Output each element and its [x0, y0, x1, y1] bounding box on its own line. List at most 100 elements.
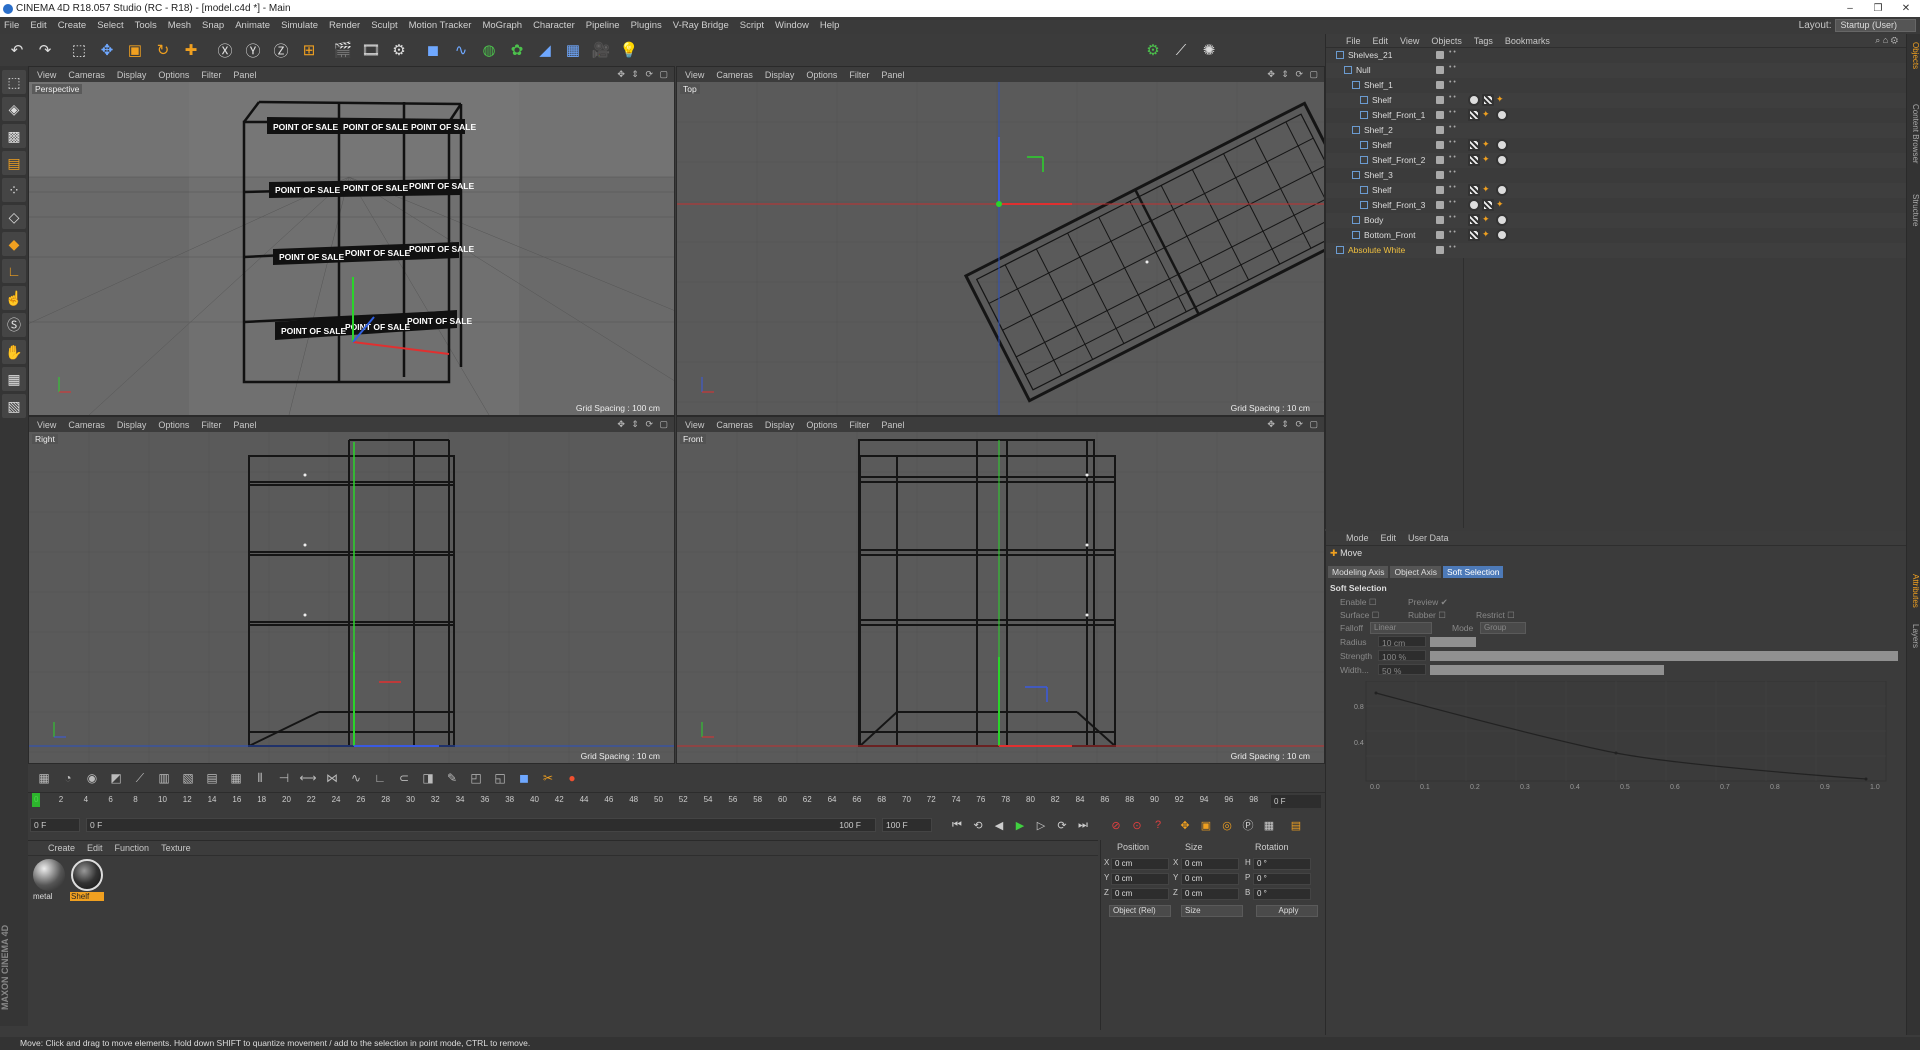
record-icon[interactable]: ⊘	[1107, 816, 1125, 834]
material-sphere-tag-icon[interactable]	[1496, 184, 1508, 196]
viewport-menu-options[interactable]: Options	[806, 420, 837, 430]
attribute-menu-edit[interactable]: Edit	[1381, 533, 1397, 543]
slide-icon[interactable]: ⟷	[298, 768, 318, 788]
object-row[interactable]: Null • •	[1326, 63, 1907, 78]
tab-objects[interactable]: Objects	[1911, 42, 1920, 69]
render-picture-viewer-icon[interactable]: 🎞	[358, 37, 384, 63]
next-key-icon[interactable]: ⟳	[1053, 816, 1071, 834]
viewport-menu-panel[interactable]: Panel	[881, 70, 904, 80]
subdivide-icon[interactable]: ◱	[490, 768, 510, 788]
editor-render-dots-icon[interactable]: • •	[1449, 229, 1456, 236]
create-tool-icon[interactable]: ✚	[178, 37, 204, 63]
cube-object-icon[interactable]: ◼	[420, 37, 446, 63]
radius-field[interactable]: 10 cm	[1378, 636, 1426, 648]
menu-help[interactable]: Help	[820, 20, 840, 31]
object-search-icon[interactable]: ⌕ ⌂ ⚙	[1875, 35, 1898, 46]
tab-content-browser[interactable]: Content Browser	[1911, 104, 1920, 164]
menu-character[interactable]: Character	[533, 20, 575, 31]
editor-render-dots-icon[interactable]: • •	[1449, 124, 1456, 131]
point-icon[interactable]: ●	[562, 768, 582, 788]
viewport-menu-cameras[interactable]: Cameras	[716, 70, 753, 80]
render-settings-icon[interactable]: ⚙	[386, 37, 412, 63]
brush-icon[interactable]: ◔	[58, 768, 78, 788]
menu-edit[interactable]: Edit	[30, 20, 46, 31]
menu-window[interactable]: Window	[775, 20, 809, 31]
prev-key-icon[interactable]: ⟲	[969, 816, 987, 834]
viewport-nav-icons[interactable]: ✥ ⇕ ⟳ ▢	[1267, 419, 1320, 430]
rotation-field[interactable]: 0 °	[1253, 858, 1311, 870]
end-frame-field[interactable]: 100 F	[882, 818, 932, 832]
cube-primitive-icon[interactable]: ◼	[514, 768, 534, 788]
material-sphere-tag-icon[interactable]	[1468, 94, 1480, 106]
texture-tag-icon[interactable]: ✦	[1496, 94, 1508, 106]
layout-dropdown[interactable]: Startup (User)	[1835, 19, 1916, 32]
menu-render[interactable]: Render	[329, 20, 360, 31]
viewport-menu-display[interactable]: Display	[765, 420, 795, 430]
object-row[interactable]: Absolute White • •	[1326, 243, 1907, 258]
viewport-menu-panel[interactable]: Panel	[233, 70, 256, 80]
polygons-mode-icon[interactable]: ◆	[2, 232, 26, 256]
key-scale-icon[interactable]: ▣	[1197, 816, 1215, 834]
tab-structure[interactable]: Structure	[1911, 194, 1920, 226]
viewport-menu-display[interactable]: Display	[117, 70, 147, 80]
menu-simulate[interactable]: Simulate	[281, 20, 318, 31]
menu-tools[interactable]: Tools	[135, 20, 157, 31]
object-menu-tags[interactable]: Tags	[1474, 36, 1493, 46]
material-tag-icon[interactable]	[1468, 154, 1480, 166]
material-tag-icon[interactable]	[1482, 94, 1494, 106]
y-axis-lock-icon[interactable]: Ⓨ	[240, 37, 266, 63]
position-field[interactable]: 0 cm	[1111, 888, 1169, 900]
material-menu-function[interactable]: Function	[115, 843, 150, 853]
scale-tool-icon[interactable]: ▣	[122, 37, 148, 63]
viewport-menu-view[interactable]: View	[37, 420, 56, 430]
editor-render-dots-icon[interactable]: • •	[1449, 244, 1456, 251]
loop-icon[interactable]: ▥	[154, 768, 174, 788]
goto-end-icon[interactable]: ⏭	[1074, 816, 1092, 834]
tweak-mode-icon[interactable]: ☝	[2, 286, 26, 310]
rotation-field[interactable]: 0 °	[1253, 888, 1311, 900]
editor-render-dots-icon[interactable]: • •	[1449, 64, 1456, 71]
menu-plugins[interactable]: Plugins	[631, 20, 662, 31]
material-menu-create[interactable]: Create	[48, 843, 75, 853]
radius-slider[interactable]	[1430, 637, 1476, 647]
live-select-icon[interactable]: ◉	[82, 768, 102, 788]
width-slider[interactable]	[1430, 665, 1664, 675]
viewport-nav-icons[interactable]: ✥ ⇕ ⟳ ▢	[1267, 69, 1320, 80]
editor-render-dots-icon[interactable]: • •	[1449, 79, 1456, 86]
polygon-pen-icon[interactable]: ✎	[442, 768, 462, 788]
viewport-menu-view[interactable]: View	[37, 70, 56, 80]
play-icon[interactable]: ▶	[1011, 816, 1029, 834]
falloff-graph[interactable]: 0.8 0.4 0.0 0.1 0.2 0.3 0.4 0.5 0.6 0.7 0.8 0.9 1.0	[1354, 681, 1894, 791]
prev-frame-icon[interactable]: ◀	[990, 816, 1008, 834]
width-field[interactable]: 50 %	[1378, 664, 1426, 676]
frame-range-slider[interactable]: 0 F 100 F	[86, 818, 876, 832]
attribute-menu-user-data[interactable]: User Data	[1408, 533, 1449, 543]
key-param-icon[interactable]: Ⓟ	[1239, 816, 1257, 834]
material-tag-icon[interactable]	[1468, 229, 1480, 241]
bevel-icon[interactable]: ▧	[178, 768, 198, 788]
restore-button[interactable]: ❐	[1864, 0, 1892, 17]
object-menu-objects[interactable]: Objects	[1431, 36, 1462, 46]
redo-icon[interactable]: ↷	[32, 37, 58, 63]
rect-select-icon[interactable]: ◩	[106, 768, 126, 788]
smooth-icon[interactable]: ∿	[346, 768, 366, 788]
live-selection-icon[interactable]: ⬚	[66, 37, 92, 63]
menu-script[interactable]: Script	[740, 20, 764, 31]
viewport-menu-panel[interactable]: Panel	[233, 420, 256, 430]
menu-snap[interactable]: Snap	[202, 20, 224, 31]
cloner-icon[interactable]: ✿	[504, 37, 530, 63]
viewport-menu-cameras[interactable]: Cameras	[68, 420, 105, 430]
apply-button[interactable]: Apply	[1256, 905, 1318, 917]
material-sphere-tag-icon[interactable]	[1496, 154, 1508, 166]
texture-tag-icon[interactable]: ✦	[1482, 184, 1494, 196]
texture-tag-icon[interactable]: ✦	[1482, 229, 1494, 241]
timeline-layout-icon[interactable]: ▤	[1287, 816, 1305, 834]
material-sphere-tag-icon[interactable]	[1468, 199, 1480, 211]
menu-create[interactable]: Create	[58, 20, 87, 31]
object-row[interactable]: Shelf_Front_3 • • ✦	[1326, 198, 1907, 213]
extrude-icon[interactable]: ▤	[202, 768, 222, 788]
next-frame-icon[interactable]: ▷	[1032, 816, 1050, 834]
viewport-menu-filter[interactable]: Filter	[849, 420, 869, 430]
position-field[interactable]: 0 cm	[1111, 873, 1169, 885]
viewport-menu-display[interactable]: Display	[117, 420, 147, 430]
